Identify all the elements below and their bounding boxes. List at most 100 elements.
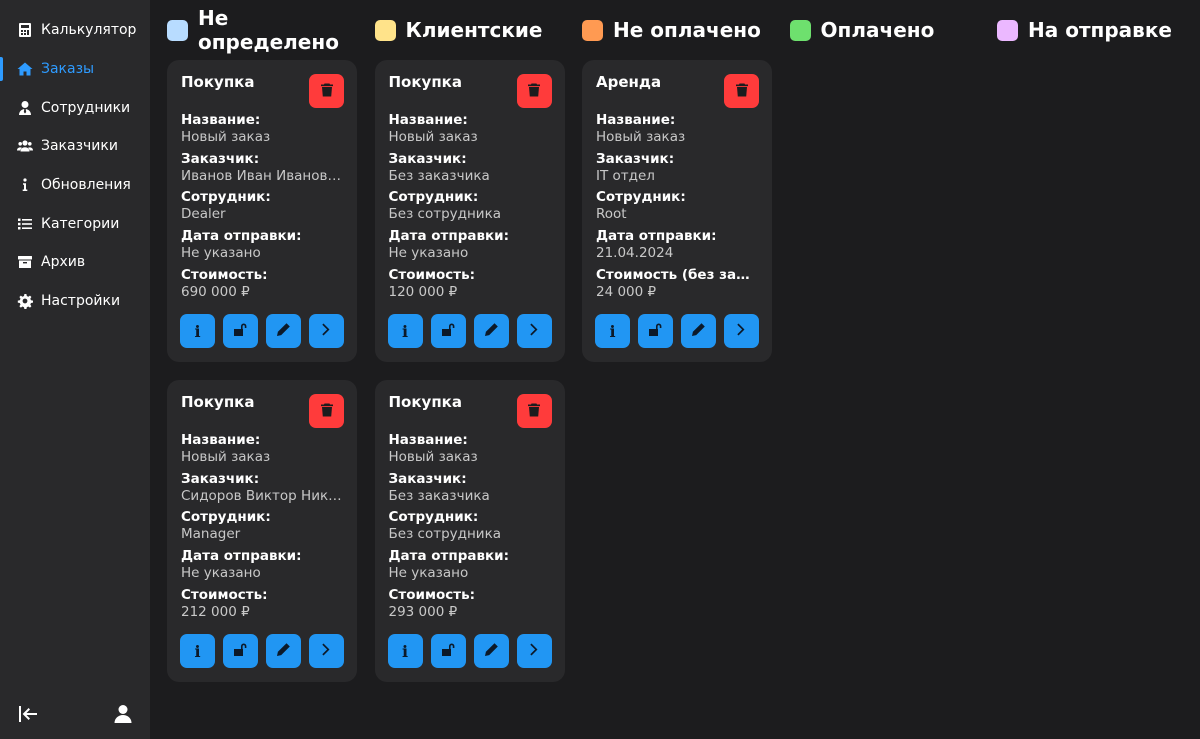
delete-button[interactable] [516,394,552,428]
sidebar-item-calculator[interactable]: Калькулятор [0,11,150,50]
order-field: Сотрудник: Manager [181,509,343,548]
order-field: Название: Новый заказ [181,432,343,471]
info-icon: i [401,641,409,661]
unlock-button[interactable] [430,314,466,348]
edit-button[interactable] [266,634,301,668]
unlock-icon [233,642,248,661]
field-label: Название: [388,432,468,448]
card-actions: i [387,314,552,348]
sidebar-item-label: Заказчики [41,138,118,155]
unlock-button[interactable] [638,314,673,348]
chevron-right-icon [527,642,542,661]
field-value: Иванов Иван Иванович [181,167,343,184]
field-value: 120 000 ₽ [388,283,458,300]
order-field: Дата отправки: Не указано [181,548,343,587]
field-label: Дата отправки: [181,548,302,565]
order-card: Покупка Название: Новый заказ Заказчик: Ива… [167,60,357,362]
pencil-icon [691,322,706,341]
order-card: Покупка Название: Новый заказ Заказчик: Без… [374,60,565,362]
field-value: IT отдел [596,167,655,184]
delete-button[interactable] [516,74,552,108]
pencil-icon [484,642,499,661]
order-fields: Название: Новый заказ Заказчик: Иванов Иван… [181,112,343,305]
card-actions: i [180,314,344,348]
info-button[interactable]: i [387,314,423,348]
info-icon: i [609,321,616,341]
field-label: Заказчик: [181,150,260,167]
field-label: Сотрудник: [181,509,271,526]
chevron-right-icon [734,322,749,341]
open-button[interactable] [309,634,344,668]
list-icon [17,216,33,232]
sidebar-item-updates[interactable]: Обновления [0,166,150,205]
order-field: Название: Новый заказ [596,112,758,151]
legend-swatch [374,19,396,41]
edit-button[interactable] [473,634,509,668]
order-field: Дата отправки: 21.04.2024 [596,228,758,267]
trash-icon [320,82,334,101]
edit-button[interactable] [473,314,509,348]
order-field: Дата отправки: Не указано [389,548,551,587]
open-button[interactable] [724,314,759,348]
user-icon [113,704,133,728]
logout-button[interactable] [17,705,39,727]
chevron-right-icon [319,642,334,661]
info-button[interactable]: i [387,634,423,668]
field-value: Не указано [181,245,261,262]
open-button[interactable] [309,314,344,348]
sidebar-item-label: Настройки [41,293,121,310]
info-button[interactable]: i [595,314,630,348]
sidebar-item-categories[interactable]: Категории [0,204,150,243]
edit-button[interactable] [266,314,301,348]
unlock-button[interactable] [430,634,466,668]
open-button[interactable] [516,634,552,668]
info-button[interactable]: i [180,314,215,348]
unlock-button[interactable] [223,314,258,348]
trash-icon [527,402,541,421]
field-label: Заказчик: [181,470,260,487]
field-value: Dealer [181,206,226,223]
delete-button[interactable] [724,74,759,108]
order-field: Стоимость: 212 000 ₽ [181,587,343,626]
sidebar-item-archive[interactable]: Архив [0,243,150,282]
card-actions: i [387,634,552,668]
field-value: 24 000 ₽ [596,283,657,300]
legend-item-paid: Оплачено [789,18,998,42]
unlock-icon [441,642,456,661]
unlock-button[interactable] [223,634,258,668]
field-label: Стоимость: [388,266,476,283]
sidebar-item-settings[interactable]: Настройки [0,282,150,321]
profile-button[interactable] [112,705,134,727]
info-button[interactable]: i [180,634,215,668]
legend-label: Оплачено [820,18,935,42]
sidebar-item-label: Сотрудники [41,99,131,116]
pencil-icon [276,642,291,661]
legend-swatch [789,19,811,41]
order-card: Покупка Название: Новый заказ Заказчик: Сид… [167,380,357,682]
info-icon: i [194,641,201,661]
field-label: Стоимость: [181,586,268,603]
field-label: Стоимость: [181,266,268,283]
field-value: Сидоров Виктор Нико... [181,487,343,504]
chevron-right-icon [527,322,542,341]
delete-button[interactable] [309,74,344,108]
edit-button[interactable] [681,314,716,348]
field-value: Manager [181,526,241,543]
field-label: Стоимость (без залог... [596,266,758,283]
sidebar-item-orders[interactable]: Заказы [0,50,150,89]
order-field: Стоимость (без залог...24 000 ₽ [596,267,758,306]
trash-icon [527,82,541,101]
orders-board: Не определено Клиентские Не оплачено Опл… [150,0,1200,739]
info-icon: i [194,321,201,341]
chevron-right-icon [319,322,334,341]
legend-label: Клиентские [405,18,543,42]
archive-icon [17,254,33,270]
field-label: Сотрудник: [596,189,686,206]
sidebar-item-customers[interactable]: Заказчики [0,127,150,166]
order-field: Сотрудник: Root [596,189,758,228]
open-button[interactable] [516,314,552,348]
sidebar-item-label: Заказы [41,61,95,78]
delete-button[interactable] [309,394,344,428]
sidebar-item-employees[interactable]: Сотрудники [0,88,150,127]
order-field: Сотрудник: Без сотрудника [389,189,551,228]
